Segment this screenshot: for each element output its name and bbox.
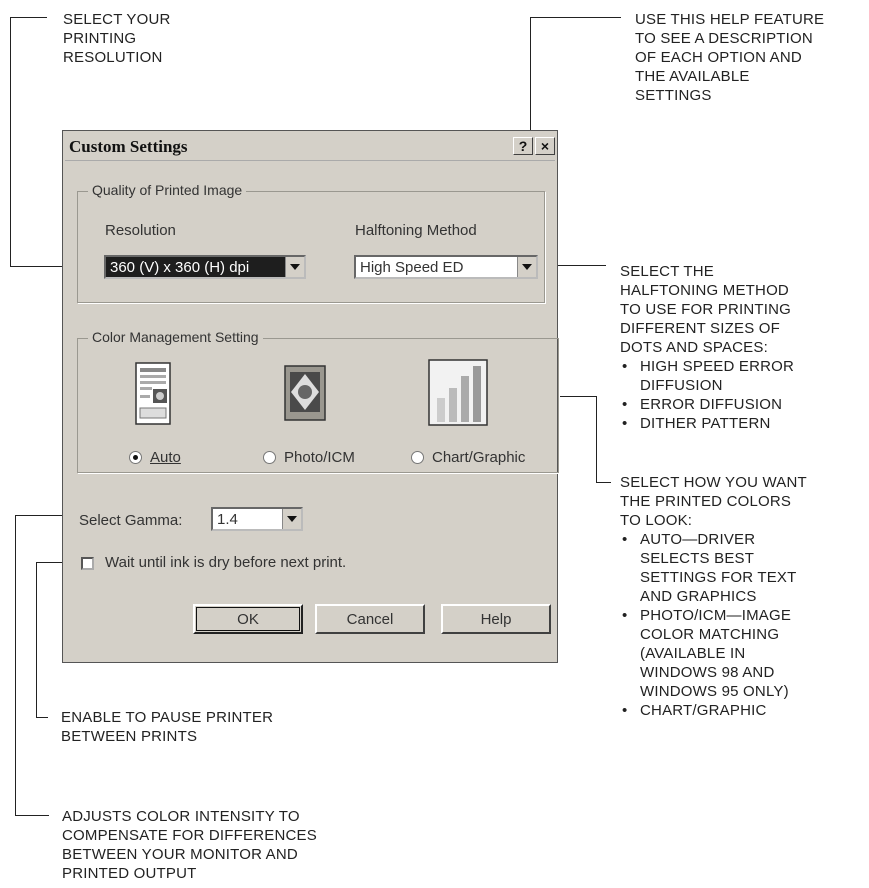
annotation-pause: ENABLE TO PAUSE PRINTER BETWEEN PRINTS: [61, 709, 274, 745]
gamma-value: 1.4: [217, 511, 238, 528]
leader-line: [596, 482, 611, 483]
chart-icon: [428, 359, 488, 426]
halftoning-label: Halftoning Method: [355, 222, 477, 239]
annotation-gamma: ADJUSTS COLOR INTENSITY TO COMPENSATE FO…: [62, 808, 317, 882]
chevron-down-icon[interactable]: [282, 509, 301, 529]
radio-photo[interactable]: Photo/ICM: [263, 449, 355, 466]
radio-photo-label[interactable]: Photo/ICM: [284, 449, 355, 466]
radio-chart-label[interactable]: Chart/Graphic: [432, 449, 525, 466]
annotation-halftoning-text: SELECT THE HALFTONING METHOD TO USE FOR …: [620, 263, 792, 356]
ok-button[interactable]: OK: [193, 604, 303, 634]
annotation-help: USE THIS HELP FEATURE TO SEE A DESCRIPTI…: [635, 11, 825, 104]
resolution-value: 360 (V) x 360 (H) dpi: [106, 257, 286, 277]
annotation-color-text: SELECT HOW YOU WANT THE PRINTED COLORS T…: [620, 474, 807, 529]
color-group-label: Color Management Setting: [88, 329, 263, 345]
leader-line: [36, 562, 37, 717]
wait-label[interactable]: Wait until ink is dry before next print.: [105, 554, 346, 571]
resolution-select[interactable]: 360 (V) x 360 (H) dpi: [104, 255, 306, 279]
gamma-label: Select Gamma:: [79, 512, 183, 529]
radio-auto-label[interactable]: Auto: [150, 449, 181, 466]
leader-line: [15, 815, 49, 816]
halftoning-item: DITHER PATTERN: [620, 414, 860, 433]
leader-line: [596, 396, 597, 482]
color-item: PHOTO/ICM—IMAGE COLOR MATCHING (AVAILABL…: [620, 606, 820, 701]
leader-line: [15, 515, 16, 815]
resolution-label: Resolution: [105, 222, 176, 239]
leader-line: [10, 17, 47, 18]
quality-group-label: Quality of Printed Image: [88, 182, 247, 198]
title-bar: Custom Settings ? ×: [65, 133, 555, 161]
halftoning-select[interactable]: High Speed ED: [354, 255, 538, 279]
leader-line: [530, 17, 531, 139]
halftoning-item: HIGH SPEED ERROR DIFFUSION: [620, 357, 860, 395]
dialog-title: Custom Settings: [69, 137, 188, 156]
wait-checkbox[interactable]: [81, 557, 94, 570]
chevron-down-icon[interactable]: [517, 257, 536, 277]
annotation-resolution: SELECT YOUR PRINTING RESOLUTION: [63, 11, 171, 66]
chevron-down-icon[interactable]: [285, 257, 304, 277]
cancel-button[interactable]: Cancel: [315, 604, 425, 634]
radio-chart[interactable]: Chart/Graphic: [411, 449, 525, 466]
photo-icon: [284, 365, 326, 421]
leader-line: [10, 17, 11, 266]
leader-line: [530, 17, 621, 18]
gamma-select[interactable]: 1.4: [211, 507, 303, 531]
color-item: CHART/GRAPHIC: [620, 701, 865, 720]
halftoning-value: High Speed ED: [360, 259, 464, 276]
help-button[interactable]: Help: [441, 604, 551, 634]
radio-photo-button[interactable]: [263, 451, 276, 464]
auto-document-icon: [135, 362, 171, 425]
radio-auto-button[interactable]: [129, 451, 142, 464]
close-button[interactable]: ×: [535, 137, 555, 155]
halftoning-item: ERROR DIFFUSION: [620, 395, 860, 414]
radio-auto[interactable]: Auto: [129, 449, 181, 466]
leader-line: [36, 717, 48, 718]
quality-group: Quality of Printed Image: [77, 182, 545, 303]
custom-settings-dialog: Custom Settings ? × Quality of Printed I…: [62, 130, 559, 663]
help-question-button[interactable]: ?: [513, 137, 533, 155]
radio-chart-button[interactable]: [411, 451, 424, 464]
annotation-halftoning: SELECT THE HALFTONING METHOD TO USE FOR …: [620, 262, 860, 433]
color-item: AUTO—DRIVER SELECTS BEST SETTINGS FOR TE…: [620, 530, 820, 606]
leader-line: [15, 515, 62, 516]
annotation-color: SELECT HOW YOU WANT THE PRINTED COLORS T…: [620, 473, 865, 720]
